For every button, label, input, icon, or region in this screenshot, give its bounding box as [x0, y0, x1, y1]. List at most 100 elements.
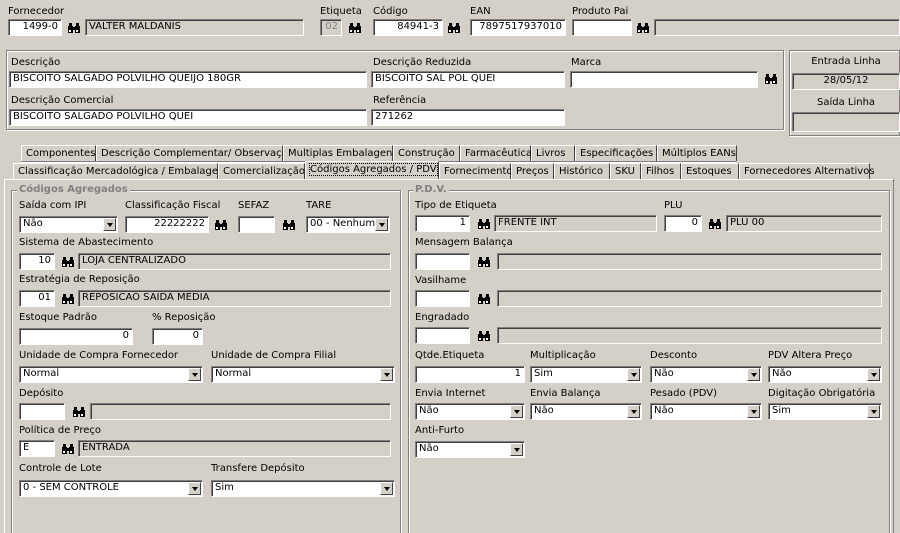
- codigo-label: Código: [373, 6, 408, 17]
- politica-code-field[interactable]: E: [19, 440, 55, 457]
- digitacao-value: Sim: [772, 405, 791, 416]
- antifurto-label: Anti-Furto: [415, 425, 465, 436]
- entrada-linha-field: 28/05/12: [792, 73, 900, 90]
- tare-label: TARE: [306, 200, 332, 211]
- qtde-etiqueta-field[interactable]: 1: [415, 366, 525, 383]
- marca-search-button[interactable]: [762, 70, 779, 87]
- sefaz-field[interactable]: [238, 216, 275, 233]
- sefaz-search-button[interactable]: [280, 216, 297, 233]
- pesado-select[interactable]: Não: [650, 403, 762, 420]
- codigo-field[interactable]: 84941-3: [373, 19, 443, 36]
- ean-field[interactable]: 7897517937010: [470, 19, 566, 36]
- plu-search-button[interactable]: [706, 215, 723, 232]
- estoque-padrao-field[interactable]: 0: [19, 328, 133, 345]
- un-compra-forn-select[interactable]: Normal: [19, 366, 203, 383]
- sist-abast-code-field[interactable]: 10: [19, 253, 55, 270]
- plu-code-field[interactable]: 0: [664, 215, 702, 232]
- desconto-select[interactable]: Não: [650, 366, 762, 383]
- multiplicacao-label: Multiplicação: [530, 350, 596, 361]
- deposito-code-field[interactable]: [19, 403, 65, 420]
- descricao-field[interactable]: BISCOITO SALGADO POLVILHO QUEIJO 180GR: [9, 71, 367, 88]
- deposito-search-button[interactable]: [70, 403, 87, 420]
- tab-fornecedores-alternativos[interactable]: Fornecedores Alternativos: [739, 163, 875, 179]
- un-compra-filial-select[interactable]: Normal: [211, 366, 395, 383]
- digitacao-select[interactable]: Sim: [768, 403, 882, 420]
- tab-livros[interactable]: Livros: [531, 145, 575, 161]
- transf-dep-value: Sim: [215, 482, 234, 493]
- chevron-down-icon[interactable]: [627, 368, 640, 381]
- desconto-label: Desconto: [650, 350, 698, 361]
- produto-pai-search-button[interactable]: [634, 19, 651, 36]
- class-fiscal-field[interactable]: 22222222: [125, 216, 209, 233]
- fornecedor-search-button[interactable]: [65, 19, 82, 36]
- tab-precos[interactable]: Preços: [511, 163, 554, 179]
- produto-pai-desc-field: [654, 19, 900, 36]
- tab-descricao-complementar-observacao[interactable]: Descrição Complementar/ Observação: [96, 145, 294, 161]
- engradado-search-button[interactable]: [475, 327, 492, 344]
- marca-field[interactable]: [570, 71, 758, 88]
- sist-abast-search-button[interactable]: [59, 253, 76, 270]
- chevron-down-icon[interactable]: [747, 405, 760, 418]
- vasilhame-search-button[interactable]: [475, 290, 492, 307]
- perc-reposicao-field[interactable]: 0: [152, 328, 203, 345]
- saida-ipi-select[interactable]: Não: [19, 216, 118, 233]
- etiqueta-search-button[interactable]: [346, 19, 363, 36]
- chevron-down-icon[interactable]: [375, 218, 388, 231]
- tab-comercializacao[interactable]: Comercialização: [218, 163, 305, 179]
- tab-construcao[interactable]: Construção: [393, 145, 460, 161]
- tab-filhos[interactable]: Filhos: [641, 163, 681, 179]
- codigo-search-button[interactable]: [445, 19, 462, 36]
- tab-estoques[interactable]: Estoques: [681, 163, 739, 179]
- chevron-down-icon[interactable]: [510, 405, 523, 418]
- desc-comercial-field[interactable]: BISCOITO SALGADO POLVILHO QUEI: [9, 109, 367, 126]
- tab-sku[interactable]: SKU: [610, 163, 641, 179]
- antifurto-select[interactable]: Não: [415, 441, 525, 458]
- envia-internet-select[interactable]: Não: [415, 403, 525, 420]
- chevron-down-icon[interactable]: [380, 368, 393, 381]
- pesado-label: Pesado (PDV): [650, 388, 718, 399]
- msg-balanca-search-button[interactable]: [475, 253, 492, 270]
- envia-balanca-select[interactable]: Não: [530, 403, 642, 420]
- chevron-down-icon[interactable]: [627, 405, 640, 418]
- pdv-altera-select[interactable]: Não: [768, 366, 882, 383]
- politica-search-button[interactable]: [59, 440, 76, 457]
- controle-lote-select[interactable]: 0 - SEM CONTROLE: [19, 480, 203, 497]
- fornecedor-code-field[interactable]: 1499-0: [8, 19, 62, 36]
- desc-reduzida-field[interactable]: BISCOITO SAL POL QUEI: [371, 71, 565, 88]
- tipo-etiqueta-search-button[interactable]: [475, 215, 492, 232]
- engradado-desc-field: [497, 327, 882, 344]
- tab-farmaceutica[interactable]: Farmacêutica: [460, 145, 532, 161]
- vasilhame-code-field[interactable]: [415, 290, 470, 307]
- tab-especificacoes[interactable]: Especificações: [575, 145, 657, 161]
- tab-historico[interactable]: Histórico: [554, 163, 610, 179]
- tab-componentes[interactable]: Componentes: [21, 145, 96, 161]
- msg-balanca-code-field[interactable]: [415, 253, 470, 270]
- engradado-code-field[interactable]: [415, 327, 470, 344]
- tab-fornecimento[interactable]: Fornecimento: [439, 163, 513, 179]
- tare-value: 00 - Nenhum: [310, 218, 376, 229]
- chevron-down-icon[interactable]: [747, 368, 760, 381]
- produto-pai-field[interactable]: [572, 19, 632, 36]
- estrat-search-button[interactable]: [59, 290, 76, 307]
- tab-multiplas-embalagens[interactable]: Multiplas Embalagens: [283, 145, 398, 161]
- tab-codigos-agregados-pdv[interactable]: Códigos Agregados / PDV: [305, 161, 439, 179]
- controle-lote-label: Controle de Lote: [19, 463, 102, 474]
- chevron-down-icon[interactable]: [510, 443, 523, 456]
- tare-select[interactable]: 00 - Nenhum: [306, 216, 390, 233]
- tab-multiplos-eans[interactable]: Múltiplos EANs: [657, 145, 737, 161]
- binoculars-icon: [477, 330, 490, 341]
- chevron-down-icon[interactable]: [867, 405, 880, 418]
- multiplicacao-select[interactable]: Sim: [530, 366, 642, 383]
- chevron-down-icon[interactable]: [103, 218, 116, 231]
- estrat-code-field[interactable]: 01: [19, 290, 55, 307]
- chevron-down-icon[interactable]: [188, 482, 201, 495]
- tipo-etiqueta-code-field[interactable]: 1: [415, 215, 470, 232]
- chevron-down-icon[interactable]: [188, 368, 201, 381]
- referencia-field[interactable]: 271262: [371, 109, 565, 126]
- chevron-down-icon[interactable]: [867, 368, 880, 381]
- chevron-down-icon[interactable]: [380, 482, 393, 495]
- tab-classificacao-mercadologica-embalagens[interactable]: Classificação Mercadológica / Embalagens: [13, 163, 230, 179]
- envia-balanca-value: Não: [534, 405, 554, 416]
- transf-dep-select[interactable]: Sim: [211, 480, 395, 497]
- class-fiscal-search-button[interactable]: [212, 216, 229, 233]
